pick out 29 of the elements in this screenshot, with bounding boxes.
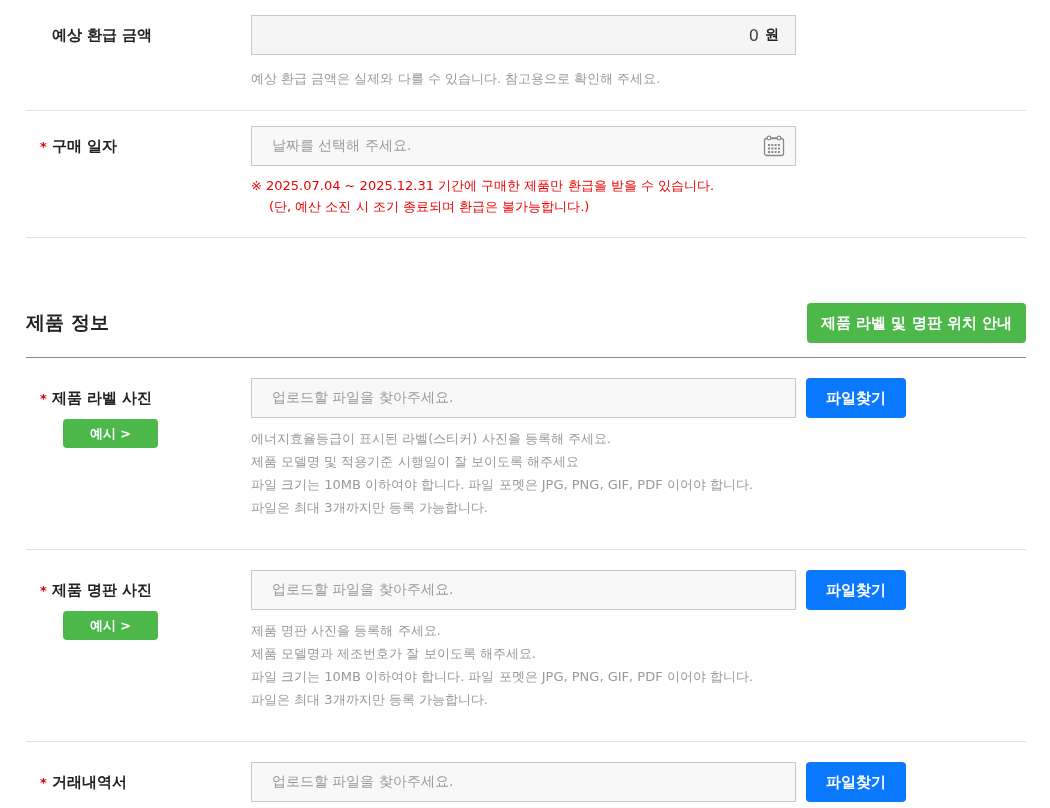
required-mark: * [40,139,47,154]
help-text: 파일 크기는 10MB 이하여야 합니다. 파일 포멧은 JPG, PNG, GIF, PDF 이어야 합니다. [251,476,755,494]
help-text: 파일은 최대 3개까지만 등록 가능합니다. [251,499,489,517]
help-text: 제품 명판 사진을 등록해 주세요. [251,622,442,640]
date-field[interactable]: 날짜를 선택해 주세요. [251,126,796,166]
help-text: 에너지효율등급이 표시된 라벨(스티커) 사진을 등록해 주세요. [251,430,612,448]
browse-button[interactable]: 파일찾기 [806,570,906,610]
file-field[interactable]: 업로드할 파일을 찾아주세요. [251,570,796,610]
help-text: 파일 크기는 10MB 이하여야 합니다. 파일 포멧은 JPG, PNG, GIF, PDF 이어야 합니다. [251,668,755,686]
notice-text: (단, 예산 소진 시 조기 종료되며 환급은 불가능합니다.) [268,198,591,216]
calendar-icon[interactable] [763,135,785,157]
file-field[interactable]: 업로드할 파일을 찾아주세요. [251,762,796,802]
guide-button[interactable]: 제품 라벨 및 명판 위치 안내 [806,303,1026,343]
required-mark: * [40,583,47,598]
example-button[interactable]: 예시 > [63,419,158,448]
required-mark: * [40,391,47,406]
help-text: 예상 환급 금액은 실제와 다를 수 있습니다. 참고용으로 확인해 주세요. [251,70,662,88]
amount-field: 0 원 [251,15,796,55]
field-label: 예상 환급 금액 [52,25,153,46]
help-text: 파일은 최대 3개까지만 등록 가능합니다. [251,691,489,709]
notice-text: ※ 2025.07.04 ~ 2025.12.31 기간에 구매한 제품만 환급을 받을 수 있습니다. [251,177,716,195]
required-mark: * [40,775,47,790]
browse-button[interactable]: 파일찾기 [806,378,906,418]
example-button[interactable]: 예시 > [63,611,158,640]
file-field[interactable]: 업로드할 파일을 찾아주세요. [251,378,796,418]
section-title: 제품 정보 [26,310,109,335]
browse-button[interactable]: 파일찾기 [806,762,906,802]
help-text: 제품 모델명 및 적용기준 시행일이 잘 보이도록 해주세요 [251,453,580,471]
help-text: 제품 모델명과 제조번호가 잘 보이도록 해주세요. [251,645,537,663]
